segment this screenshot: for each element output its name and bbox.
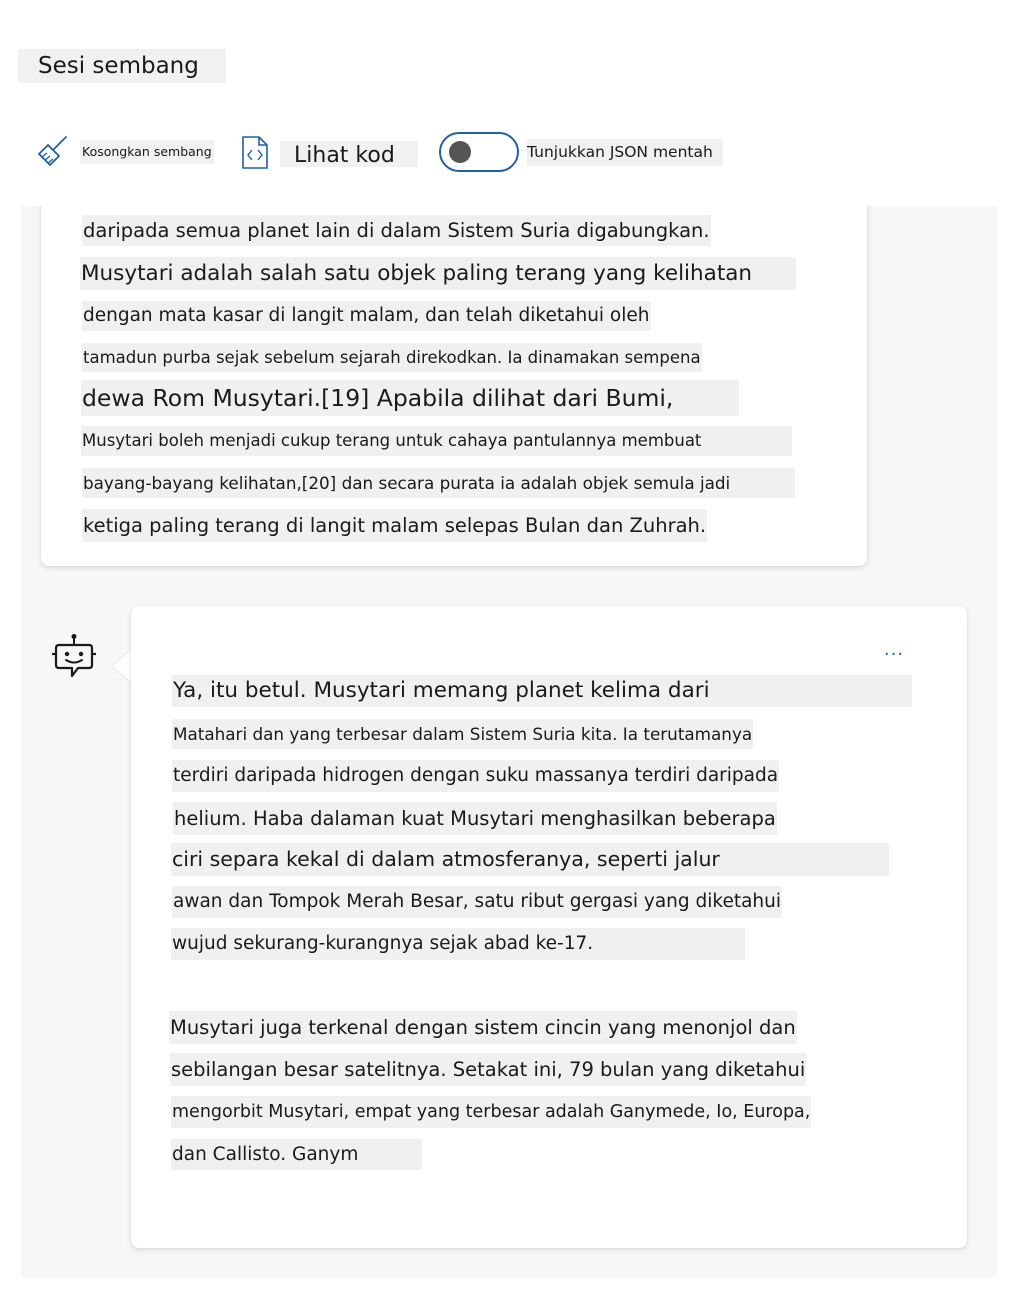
bot-icon bbox=[52, 632, 96, 684]
code-file-icon[interactable] bbox=[240, 135, 270, 171]
message-line: dengan mata kasar di langit malam, dan t… bbox=[82, 301, 651, 331]
message-line: dan Callisto. Ganym bbox=[171, 1139, 422, 1170]
message-line: awan dan Tompok Merah Besar, satu ribut … bbox=[172, 886, 783, 918]
clear-chat-button[interactable]: Kosongkan sembang bbox=[80, 140, 214, 164]
message-line: helium. Haba dalaman kuat Musytari mengh… bbox=[173, 802, 777, 835]
assistant-message-card: Ya, itu betul. Musytari memang planet ke… bbox=[131, 606, 967, 1248]
message-line: Musytari juga terkenal dengan sistem cin… bbox=[169, 1011, 797, 1044]
message-line: ciri separa kekal di dalam atmosferanya,… bbox=[171, 843, 889, 876]
view-code-button[interactable]: Lihat kod bbox=[280, 141, 418, 168]
message-line: ketiga paling terang di langit malam sel… bbox=[82, 509, 708, 542]
chat-transcript[interactable]: daripada semua planet lain di dalam Sist… bbox=[21, 206, 997, 1278]
message-line: tamadun purba sejak sebelum sejarah dire… bbox=[82, 343, 702, 372]
toggle-knob bbox=[449, 141, 471, 163]
message-line: terdiri daripada hidrogen dengan suku ma… bbox=[172, 760, 780, 792]
more-options-button[interactable]: ... bbox=[878, 638, 910, 662]
bubble-tail bbox=[113, 650, 131, 682]
message-line: bayang-bayang kelihatan,[20] dan secara … bbox=[82, 468, 795, 498]
message-line: Ya, itu betul. Musytari memang planet ke… bbox=[172, 675, 912, 707]
message-line: mengorbit Musytari, empat yang terbesar … bbox=[171, 1096, 812, 1128]
show-json-label: Tunjukkan JSON mentah bbox=[527, 139, 723, 166]
message-line: wujud sekurang-kurangnya sejak abad ke-1… bbox=[171, 928, 745, 960]
message-line: dewa Rom Musytari.[19] Apabila dilihat d… bbox=[81, 380, 739, 416]
broom-icon[interactable] bbox=[36, 135, 70, 169]
message-line: sebilangan besar satelitnya. Setakat ini… bbox=[170, 1053, 807, 1086]
message-line: Musytari boleh menjadi cukup terang untu… bbox=[81, 426, 792, 456]
show-json-toggle[interactable] bbox=[439, 132, 519, 172]
message-line: daripada semua planet lain di dalam Sist… bbox=[82, 215, 711, 246]
chat-page: Sesi sembang Kosongkan sembang Lihat kod… bbox=[0, 0, 1014, 1292]
page-title: Sesi sembang bbox=[38, 53, 199, 79]
user-message-card: daripada semua planet lain di dalam Sist… bbox=[41, 206, 867, 566]
message-line: Musytari adalah salah satu objek paling … bbox=[80, 257, 796, 290]
message-line: Matahari dan yang terbesar dalam Sistem … bbox=[172, 719, 754, 749]
